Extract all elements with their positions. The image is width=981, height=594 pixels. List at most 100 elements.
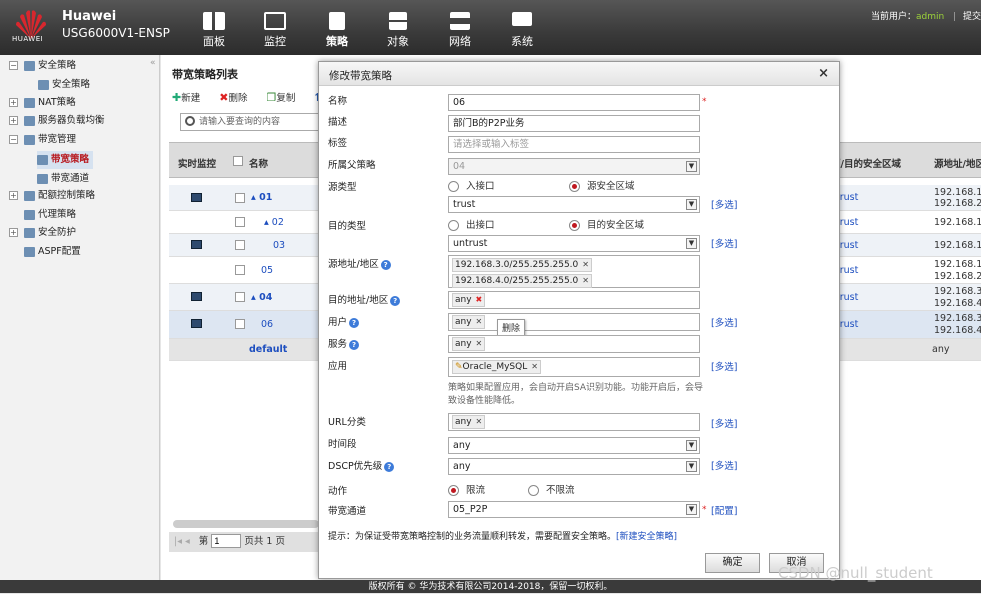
user-field[interactable]: any ✕ (448, 313, 700, 331)
help-icon[interactable]: ? (390, 295, 401, 306)
bandwidth-channel-select[interactable]: 05_P2P ▼ (448, 501, 700, 518)
row-name[interactable]: 02 (272, 217, 284, 228)
new-button[interactable]: ✚新建 (172, 91, 208, 104)
name-input[interactable]: 06 (448, 94, 700, 111)
row-checkbox[interactable] (235, 240, 245, 250)
collapse-icon[interactable]: − (9, 135, 18, 144)
remove-icon[interactable]: ✕ (531, 362, 538, 371)
row-checkbox[interactable] (235, 265, 245, 275)
destination-type-zone-radio[interactable]: 目的安全区域 (569, 217, 644, 231)
row-name[interactable]: 04 (259, 292, 272, 303)
nav-monitor[interactable]: 监控 (253, 12, 297, 49)
row-checkbox[interactable] (235, 319, 245, 329)
url-multiselect-link[interactable]: [多选] (711, 416, 737, 430)
remove-icon[interactable]: ✕ (582, 260, 589, 269)
application-field[interactable]: ✎Oracle_MySQL ✕ (448, 357, 700, 377)
collapse-icon[interactable]: − (9, 61, 18, 70)
help-icon[interactable]: ? (349, 339, 360, 350)
row-checkbox[interactable] (235, 217, 245, 227)
sidebar-item-security-policy[interactable]: 安全策略 (38, 76, 90, 94)
monitor-icon[interactable] (191, 240, 202, 249)
expand-icon[interactable]: + (9, 116, 18, 125)
expand-icon[interactable]: + (9, 228, 18, 237)
sidebar-item-aspf[interactable]: ASPF配置 (24, 243, 81, 261)
remove-icon[interactable]: ✕ (476, 317, 483, 326)
sidebar-collapse-icon[interactable]: « (150, 58, 156, 68)
select-all-checkbox[interactable] (233, 156, 243, 166)
copy-button[interactable]: ❐复制 (267, 91, 304, 104)
url-category-label: URL分类 (328, 417, 366, 428)
remove-icon[interactable]: ✖ (476, 295, 483, 304)
row-src: 192.168.3.0 (934, 286, 981, 297)
remove-icon[interactable]: ✕ (582, 276, 589, 285)
destination-address-field[interactable]: any ✖ (448, 291, 700, 309)
service-field[interactable]: any ✕ (448, 335, 700, 353)
page-input[interactable] (211, 534, 242, 548)
row-name[interactable]: 05 (261, 265, 273, 276)
sidebar-item-quota-policy[interactable]: + 配额控制策略 (9, 187, 95, 205)
sidebar-item-security-protection[interactable]: + 安全防护 (9, 224, 76, 242)
sidebar-item-security-policy-group[interactable]: − 安全策略 (9, 57, 76, 75)
nav-system[interactable]: 系统 (500, 12, 544, 49)
user-multiselect-link[interactable]: [多选] (711, 315, 737, 329)
tag-text: Oracle_MySQL (462, 362, 528, 372)
row-name[interactable]: 01 (259, 192, 272, 203)
monitor-icon[interactable] (191, 292, 202, 301)
expand-icon[interactable]: + (9, 98, 18, 107)
close-icon[interactable]: × (818, 66, 829, 81)
nav-object[interactable]: 对象 (376, 12, 420, 49)
help-icon[interactable]: ? (380, 259, 391, 270)
nav-policy[interactable]: 策略 (315, 12, 359, 49)
sidebar-item-bandwidth-group[interactable]: − 带宽管理 (9, 131, 76, 149)
tag-input[interactable]: 请选择或输入标签 (448, 136, 700, 153)
sidebar-item-bandwidth-channel[interactable]: 带宽通道 (37, 170, 89, 188)
aspf-icon (24, 246, 35, 257)
column-name[interactable]: 名称 (249, 156, 268, 170)
remove-icon[interactable]: ✕ (476, 339, 483, 348)
row-name[interactable]: 03 (273, 240, 285, 251)
source-type-zone-radio[interactable]: 源安全区域 (569, 178, 635, 192)
new-security-policy-link[interactable]: [新建安全策略] (616, 532, 677, 542)
time-range-select[interactable]: any ▼ (448, 437, 700, 454)
source-address-field[interactable]: 192.168.3.0/255.255.255.0 ✕ 192.168.4.0/2… (448, 255, 700, 288)
channel-config-link[interactable]: [配置] (711, 503, 737, 517)
sidebar-item-nat-policy[interactable]: + NAT策略 (9, 94, 76, 112)
destination-type-interface-radio[interactable]: 出接口 (448, 217, 495, 231)
first-page-icon[interactable]: |◂ ◂ (174, 536, 190, 547)
help-icon[interactable]: ? (349, 317, 360, 328)
source-zone-multiselect-link[interactable]: [多选] (711, 197, 737, 211)
ok-button[interactable]: 确定 (705, 553, 760, 573)
source-type-interface-radio[interactable]: 入接口 (448, 178, 495, 192)
source-zone-select[interactable]: trust ▼ (448, 196, 700, 213)
row-name[interactable]: 06 (261, 319, 273, 330)
monitor-icon[interactable] (191, 193, 202, 202)
nav-dashboard[interactable]: 面板 (192, 12, 236, 49)
dscp-select[interactable]: any ▼ (448, 458, 700, 475)
delete-button[interactable]: ✖删除 (219, 91, 255, 104)
column-src[interactable]: 源地址/地区 (934, 156, 981, 170)
column-zone[interactable]: 源/目的安全区域 (831, 156, 901, 170)
sidebar-item-proxy-policy[interactable]: 代理策略 (24, 206, 76, 224)
remove-icon[interactable]: ✕ (476, 417, 483, 426)
row-name[interactable]: default (249, 344, 287, 355)
commit-button[interactable]: 提交 (963, 12, 981, 22)
monitor-icon[interactable] (191, 319, 202, 328)
description-input[interactable]: 部门B的P2P业务 (448, 115, 700, 132)
url-category-field[interactable]: any ✕ (448, 413, 700, 431)
action-nolimit-radio[interactable]: 不限流 (528, 482, 575, 496)
sidebar-item-bandwidth-policy[interactable]: 带宽策略 (37, 151, 94, 169)
action-limit-radio[interactable]: 限流 (448, 482, 485, 496)
row-checkbox[interactable] (235, 193, 245, 203)
help-icon[interactable]: ? (384, 461, 395, 472)
destination-zone-select[interactable]: untrust ▼ (448, 235, 700, 252)
expand-icon[interactable]: + (9, 191, 18, 200)
current-user[interactable]: admin (916, 12, 944, 22)
application-multiselect-link[interactable]: [多选] (711, 359, 737, 373)
horizontal-scrollbar[interactable] (173, 520, 319, 528)
sidebar-item-slb[interactable]: + 服务器负载均衡 (9, 112, 105, 130)
search-input[interactable]: 请输入要查询的内容 (180, 113, 320, 131)
nav-network[interactable]: 网络 (438, 12, 482, 49)
dscp-multiselect-link[interactable]: [多选] (711, 458, 737, 472)
row-checkbox[interactable] (235, 292, 245, 302)
destination-zone-multiselect-link[interactable]: [多选] (711, 236, 737, 250)
